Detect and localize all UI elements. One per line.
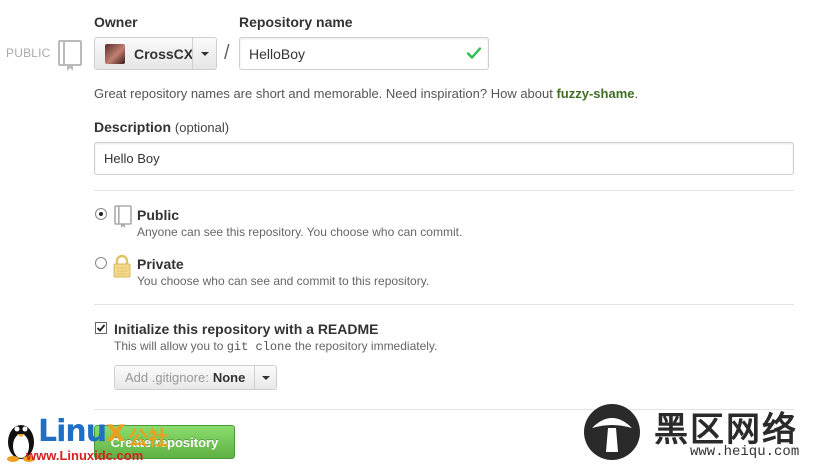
git-clone-code: git clone [226, 340, 292, 354]
owner-select-button[interactable]: CrossCX [94, 37, 217, 70]
private-option-desc: You choose who can see and commit to thi… [137, 274, 430, 288]
name-suggestion-link[interactable]: fuzzy-shame [556, 86, 634, 101]
public-repo-icon [114, 205, 132, 228]
divider [94, 304, 794, 305]
gitignore-label: Add .gitignore: [125, 370, 209, 385]
linuxidc-url: www.Linuxidc.com [26, 448, 144, 463]
brand-a: Linu [38, 414, 107, 449]
brand-b: x [106, 414, 125, 449]
mushroom-logo-icon [584, 404, 640, 460]
hint-text: Great repository names are short and mem… [94, 86, 557, 101]
repo-name-label: Repository name [239, 14, 353, 30]
description-label-text: Description [94, 119, 172, 135]
owner-label: Owner [94, 14, 138, 30]
hint-suffix: . [634, 86, 639, 101]
public-visibility-tag: PUBLIC [6, 46, 51, 60]
description-optional-note: (optional) [174, 120, 230, 135]
heiqu-watermark: 黑区网络 www.heiqu.com [578, 398, 813, 466]
linuxidc-logo-text: Linux [38, 414, 126, 449]
repo-name-input[interactable] [239, 37, 489, 70]
readme-desc-suffix: the repository immediately. [291, 339, 438, 353]
readme-checkbox[interactable] [95, 322, 107, 334]
lock-icon [113, 254, 131, 278]
chevron-down-icon [261, 375, 270, 380]
owner-name: CrossCX [134, 45, 194, 62]
owner-repo-separator: / [224, 42, 230, 64]
gitignore-value: None [212, 370, 246, 385]
heiqu-site: www.heiqu.com [690, 444, 800, 460]
linuxidc-cn-text: 公社 [128, 428, 168, 450]
linuxidc-watermark: Linux 公社 www.Linuxidc.com [0, 412, 190, 466]
public-option-title: Public [137, 207, 180, 223]
public-option-desc: Anyone can see this repository. You choo… [137, 225, 463, 239]
repo-book-icon [58, 40, 82, 71]
gitignore-select-button[interactable]: Add .gitignore: None [114, 365, 277, 390]
owner-dropdown-toggle[interactable] [192, 38, 216, 69]
description-input[interactable] [94, 142, 794, 175]
description-label: Description (optional) [94, 119, 229, 135]
divider [94, 190, 794, 191]
readme-option-title: Initialize this repository with a README [114, 321, 379, 337]
repo-name-hint: Great repository names are short and mem… [94, 86, 638, 101]
public-radio[interactable] [95, 208, 107, 220]
chevron-down-icon [200, 51, 209, 56]
gitignore-dropdown-toggle[interactable] [254, 366, 276, 389]
private-option-title: Private [137, 256, 184, 272]
checkmark-icon [96, 324, 106, 332]
readme-desc-prefix: This will allow you to [114, 339, 227, 353]
private-radio[interactable] [95, 257, 107, 269]
owner-avatar [105, 43, 125, 64]
check-icon [466, 47, 482, 59]
readme-option-desc: This will allow you to git clone the rep… [114, 339, 437, 354]
